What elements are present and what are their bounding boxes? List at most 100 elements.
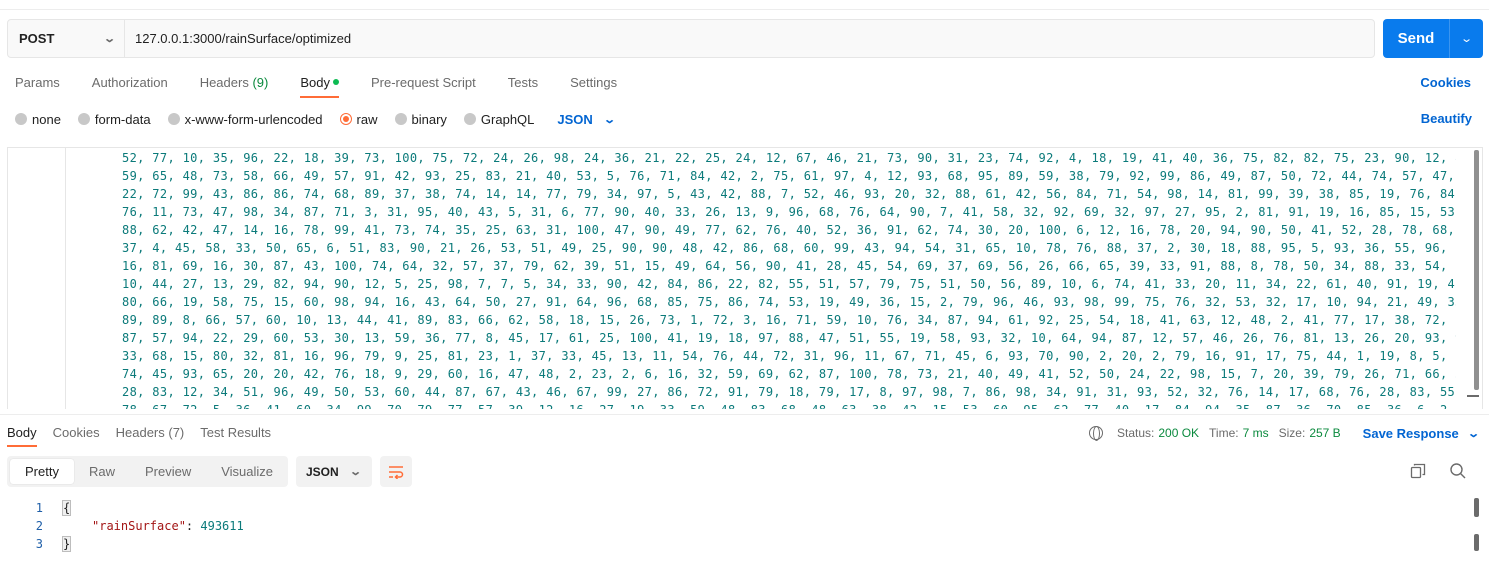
editor-line: 10, 44, 27, 13, 29, 82, 94, 90, 12, 5, 2… (122, 277, 1456, 291)
save-response-label: Save Response (1362, 425, 1459, 441)
editor-line: 87, 57, 94, 22, 29, 60, 53, 30, 13, 59, … (122, 331, 1456, 345)
editor-line: 28, 83, 12, 34, 51, 96, 49, 50, 53, 60, … (122, 385, 1456, 399)
copy-button[interactable] (1409, 462, 1427, 480)
search-button[interactable] (1449, 462, 1467, 480)
radio-circle (77, 113, 90, 125)
response-line: 1 { (0, 499, 72, 517)
radio-graphql[interactable]: GraphQL (463, 111, 535, 127)
response-tabs: Body Cookies Headers (7) Test Results (7, 425, 287, 447)
tab-response-body[interactable]: Body (7, 425, 37, 447)
radio-urlencoded[interactable]: x-www-form-urlencoded (167, 111, 323, 127)
pane-divider[interactable] (0, 414, 1489, 415)
editor-gutter (8, 148, 66, 409)
tab-headers[interactable]: Headers (9) (200, 75, 269, 99)
top-border (0, 0, 1489, 10)
editor-line: 74, 45, 93, 65, 20, 20, 42, 76, 18, 9, 2… (122, 367, 1456, 381)
body-type-options: none form-data x-www-form-urlencoded raw… (15, 111, 616, 127)
tab-authorization[interactable]: Authorization (92, 75, 168, 99)
editor-line: 52, 77, 10, 35, 96, 22, 18, 39, 73, 100,… (122, 151, 1456, 165)
tab-response-headers[interactable]: Headers (7) (116, 425, 185, 447)
tab-body[interactable]: Body (300, 75, 339, 99)
tab-test-results[interactable]: Test Results (200, 425, 271, 447)
method-select[interactable]: POST ⌄ (8, 20, 125, 57)
json-colon: : (185, 519, 201, 533)
radio-circle (463, 113, 476, 125)
wrap-lines-button[interactable] (380, 456, 412, 487)
tab-tests[interactable]: Tests (508, 75, 538, 99)
response-scrollbar[interactable] (1474, 498, 1479, 517)
globe-icon[interactable] (1088, 426, 1103, 441)
editor-code[interactable]: 52, 77, 10, 35, 96, 22, 18, 39, 73, 100,… (122, 149, 1456, 409)
tab-settings[interactable]: Settings (570, 75, 617, 99)
radio-none[interactable]: none (15, 112, 61, 127)
radio-circle (394, 113, 407, 125)
chevron-down-icon: ⌄ (1460, 33, 1473, 45)
url-bar: POST ⌄ 127.0.0.1:3000/rainSurface/optimi… (7, 19, 1375, 58)
size-value[interactable]: 257 B (1309, 426, 1340, 440)
send-button[interactable]: Send (1383, 19, 1450, 58)
radio-form-data[interactable]: form-data (77, 112, 151, 127)
chevron-down-icon: ⌄ (1466, 427, 1480, 440)
view-preview[interactable]: Preview (130, 459, 206, 484)
editor-line: 88, 62, 42, 47, 14, 16, 78, 99, 41, 73, … (122, 223, 1456, 237)
editor-line: 78, 67, 72, 5, 36, 41, 60, 34, 99, 70, 7… (122, 401, 1456, 409)
wrap-lines-icon (389, 465, 404, 479)
response-format-select[interactable]: JSON ⌄ (296, 456, 372, 487)
url-input[interactable]: 127.0.0.1:3000/rainSurface/optimized (125, 20, 1374, 57)
view-pretty[interactable]: Pretty (10, 459, 74, 484)
tab-headers-count: (9) (252, 75, 269, 90)
response-meta: Status: 200 OK Time: 7 ms Size: 257 B Sa… (1088, 425, 1480, 441)
line-number: 3 (35, 537, 43, 551)
response-view-switch: Pretty Raw Preview Visualize (7, 456, 288, 487)
request-body-editor[interactable]: 52, 77, 10, 35, 96, 22, 18, 39, 73, 100,… (7, 147, 1483, 409)
save-response-button[interactable]: Save Response ⌄ (1362, 425, 1480, 441)
tab-params[interactable]: Params (15, 75, 60, 99)
search-icon (1450, 463, 1466, 479)
radio-graphql-label: GraphQL (480, 111, 535, 127)
tab-prerequest-script[interactable]: Pre-request Script (371, 75, 476, 99)
time-value[interactable]: 7 ms (1243, 426, 1269, 440)
radio-none-label: none (32, 111, 61, 127)
chevron-down-icon: ⌄ (102, 33, 116, 45)
body-modified-dot (332, 79, 339, 85)
response-format-label: JSON (306, 464, 339, 479)
raw-format-select[interactable]: JSON ⌄ (557, 111, 615, 127)
editor-line: 76, 11, 73, 47, 98, 34, 87, 71, 3, 31, 9… (122, 205, 1456, 219)
view-raw[interactable]: Raw (74, 459, 130, 484)
editor-line: 33, 68, 15, 80, 32, 81, 16, 96, 79, 9, 2… (122, 349, 1456, 363)
radio-circle (15, 113, 27, 125)
cookies-link[interactable]: Cookies (1420, 75, 1471, 90)
method-label: POST (19, 31, 55, 46)
editor-line: 22, 72, 99, 43, 86, 86, 74, 68, 89, 37, … (122, 187, 1456, 201)
response-body-viewer[interactable]: 1 { 2 "rainSurface": 493611 3 } (0, 498, 1489, 587)
editor-line: 37, 4, 45, 58, 33, 50, 65, 6, 51, 83, 90… (122, 241, 1456, 255)
size-label: Size: (1278, 426, 1306, 440)
editor-line: 89, 89, 8, 66, 57, 60, 10, 13, 44, 41, 8… (122, 313, 1456, 327)
radio-urlencoded-label: x-www-form-urlencoded (184, 111, 323, 127)
time-label: Time: (1209, 426, 1239, 440)
radio-circle (167, 113, 180, 125)
line-number: 1 (35, 501, 43, 515)
json-open-brace: { (61, 500, 72, 516)
status-value[interactable]: 200 OK (1158, 426, 1199, 440)
url-text: 127.0.0.1:3000/rainSurface/optimized (135, 31, 352, 46)
vertical-scrollbar[interactable] (1474, 150, 1479, 390)
beautify-button[interactable]: Beautify (1421, 111, 1472, 126)
horizontal-scrollbar[interactable] (1467, 395, 1479, 397)
view-visualize[interactable]: Visualize (206, 459, 288, 484)
tab-response-cookies[interactable]: Cookies (53, 425, 100, 447)
radio-binary[interactable]: binary (394, 112, 447, 127)
editor-line: 80, 66, 19, 58, 75, 15, 60, 98, 94, 16, … (122, 295, 1456, 309)
json-key: "rainSurface" (92, 519, 186, 533)
radio-raw-label: raw (356, 111, 378, 127)
send-options-button[interactable]: ⌄ (1450, 19, 1483, 58)
line-number: 2 (35, 519, 43, 533)
request-tabs: Params Authorization Headers (9) Body Pr… (15, 75, 649, 99)
radio-circle-selected (339, 113, 352, 125)
radio-raw[interactable]: raw (339, 111, 378, 127)
chevron-down-icon: ⌄ (348, 466, 362, 478)
raw-format-label: JSON (557, 111, 593, 127)
json-value: 493611 (200, 519, 244, 533)
json-entry: "rainSurface": 493611 (92, 519, 244, 533)
response-scrollbar-lower[interactable] (1474, 534, 1479, 551)
